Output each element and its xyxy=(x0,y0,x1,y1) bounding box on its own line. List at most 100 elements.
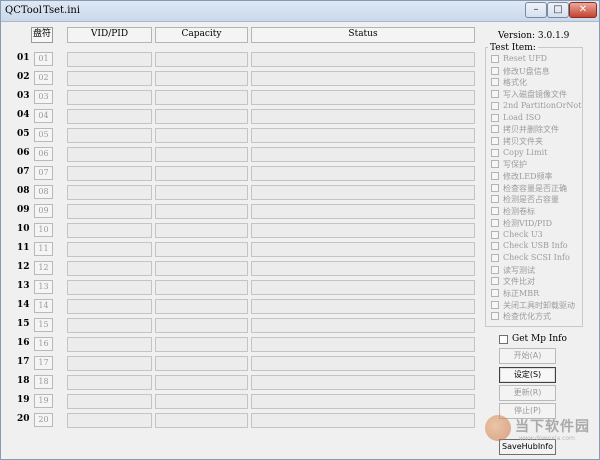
status-cell xyxy=(251,90,475,105)
status-cell xyxy=(251,204,475,219)
test-item-label: 检测卷标 xyxy=(503,207,535,217)
status-cell xyxy=(251,318,475,333)
row-number: 19 xyxy=(17,395,30,405)
row-number: 16 xyxy=(17,338,30,348)
status-cell xyxy=(251,299,475,314)
disk-button[interactable]: 02 xyxy=(34,71,53,85)
capacity-cell xyxy=(155,356,248,371)
checkbox-box[interactable] xyxy=(491,78,499,87)
status-cell xyxy=(251,223,475,238)
update-button[interactable]: 更新(R) xyxy=(499,385,556,401)
test-item-label: 检测是否占容量 xyxy=(503,195,559,205)
checkbox-box[interactable] xyxy=(491,312,499,321)
row-number: 18 xyxy=(17,376,30,386)
checkbox-box[interactable] xyxy=(491,242,499,251)
checkbox-box[interactable] xyxy=(491,136,499,145)
watermark-logo-icon xyxy=(485,415,511,441)
disk-button[interactable]: 07 xyxy=(34,166,53,180)
disk-button[interactable]: 04 xyxy=(34,109,53,123)
watermark-url: www.downxia.com xyxy=(519,435,575,442)
status-cell xyxy=(251,166,475,181)
checkbox-box[interactable] xyxy=(491,160,499,169)
checkbox-box[interactable] xyxy=(491,90,499,99)
row-number: 15 xyxy=(17,319,30,329)
vidpid-cell xyxy=(67,375,152,390)
disk-button[interactable]: 06 xyxy=(34,147,53,161)
status-cell xyxy=(251,52,475,67)
disk-button[interactable]: 13 xyxy=(34,280,53,294)
disk-button[interactable]: 15 xyxy=(34,318,53,332)
close-button[interactable]: ✕ xyxy=(569,2,597,18)
checkbox-box[interactable] xyxy=(491,183,499,192)
checkbox-box[interactable] xyxy=(491,195,499,204)
disk-button[interactable]: 14 xyxy=(34,299,53,313)
vidpid-cell xyxy=(67,242,152,257)
test-item-label: 修改LED频率 xyxy=(503,172,553,181)
disk-button[interactable]: 05 xyxy=(34,128,53,142)
disk-column-header: 盘符 xyxy=(31,27,53,43)
disk-button[interactable]: 08 xyxy=(34,185,53,199)
checkbox-box[interactable] xyxy=(491,230,499,239)
test-item-label: 2nd PartitionOrNot xyxy=(503,100,582,110)
capacity-cell xyxy=(155,375,248,390)
disk-button[interactable]: 16 xyxy=(34,337,53,351)
maximize-button[interactable]: □ xyxy=(547,2,569,18)
capacity-cell xyxy=(155,147,248,162)
capacity-cell xyxy=(155,337,248,352)
row-number: 17 xyxy=(17,357,30,367)
test-item-label: Load ISO xyxy=(503,112,541,122)
capacity-cell xyxy=(155,90,248,105)
checkbox-box[interactable] xyxy=(491,265,499,274)
capacity-column-header: Capacity xyxy=(155,27,248,43)
disk-button[interactable]: 18 xyxy=(34,375,53,389)
watermark-logo: 当下软件园 www.downxia.com xyxy=(479,411,597,455)
capacity-cell xyxy=(155,413,248,428)
checkbox-box[interactable] xyxy=(491,300,499,309)
row-number: 08 xyxy=(17,186,30,196)
checkbox-box[interactable] xyxy=(491,101,499,110)
capacity-cell xyxy=(155,166,248,181)
checkbox-box[interactable] xyxy=(491,289,499,297)
row-number: 05 xyxy=(17,129,30,139)
vidpid-cell xyxy=(67,318,152,333)
checkbox-box[interactable] xyxy=(491,207,499,216)
disk-button[interactable]: 03 xyxy=(34,90,53,104)
disk-button[interactable]: 12 xyxy=(34,261,53,275)
row-number: 02 xyxy=(17,72,30,82)
disk-button[interactable]: 20 xyxy=(34,413,53,427)
disk-button[interactable]: 01 xyxy=(34,52,53,66)
checkbox-box[interactable] xyxy=(499,335,508,344)
disk-button[interactable]: 09 xyxy=(34,204,53,218)
checkbox-box[interactable] xyxy=(491,125,499,134)
test-item-label: 检查优化方式 xyxy=(503,312,551,322)
checkbox-box[interactable] xyxy=(491,148,499,157)
vidpid-column-header: VID/PID xyxy=(67,27,152,43)
disk-button[interactable]: 17 xyxy=(34,356,53,370)
checkbox-box[interactable] xyxy=(491,218,499,227)
settings-button[interactable]: 设定(S) xyxy=(499,367,556,383)
minimize-button[interactable]: – xyxy=(525,2,547,18)
checkbox-box[interactable] xyxy=(491,113,499,122)
checkbox-box[interactable] xyxy=(491,55,499,63)
disk-button[interactable]: 10 xyxy=(34,223,53,237)
capacity-cell xyxy=(155,109,248,124)
disk-button[interactable]: 11 xyxy=(34,242,53,256)
capacity-cell xyxy=(155,299,248,314)
test-item-label: 写保护 xyxy=(503,160,527,170)
checkbox-box[interactable] xyxy=(491,66,499,75)
vidpid-cell xyxy=(67,261,152,276)
status-cell xyxy=(251,375,475,390)
status-column-header: Status xyxy=(251,27,475,43)
capacity-cell xyxy=(155,52,248,67)
status-cell xyxy=(251,109,475,124)
checkbox-box[interactable] xyxy=(491,277,499,286)
test-item-label: Check U3 xyxy=(503,229,543,239)
row-number: 20 xyxy=(17,414,30,424)
start-button[interactable]: 开始(A) xyxy=(499,348,556,364)
checkbox-box[interactable] xyxy=(491,253,499,262)
status-cell xyxy=(251,128,475,143)
checkbox-box[interactable] xyxy=(491,172,499,180)
disk-button[interactable]: 19 xyxy=(34,394,53,408)
test-item-title: Test Item: xyxy=(488,43,538,53)
ini-file-name: Tset.ini xyxy=(43,5,81,16)
